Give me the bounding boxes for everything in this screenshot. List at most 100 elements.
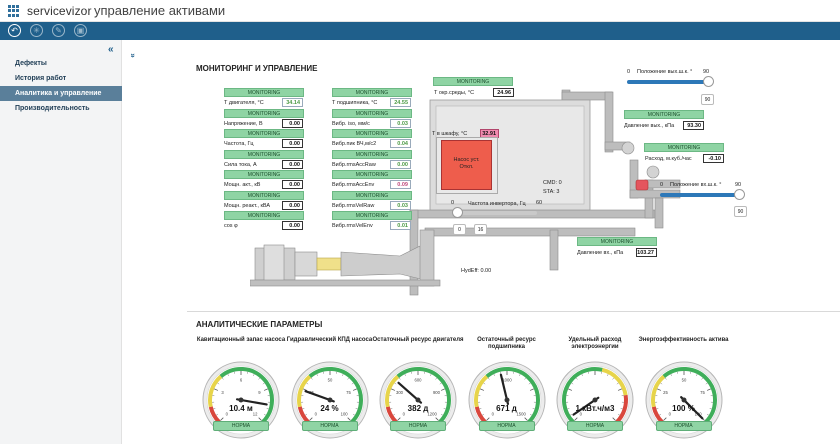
inverter-label: Частота инвертора, Гц (468, 201, 526, 207)
gauge-title: Остаточный ресурс двигателя (372, 337, 464, 343)
gauge-tick-label: 25 (663, 390, 668, 395)
outlet-pressure-value: 93.30 (683, 121, 704, 130)
flow-badge: MONITORING (644, 143, 724, 152)
gauge-hub (592, 397, 598, 403)
motor-param-value: 0.00 (282, 139, 303, 148)
bearing-param-value: 0.04 (390, 139, 411, 148)
expand-panel-icon[interactable]: » (129, 53, 138, 57)
gauge-hub (504, 397, 509, 403)
env-temp-badge: MONITORING (433, 77, 513, 86)
motor-param-value: 0.00 (282, 221, 303, 230)
motor-param-label: Частота, Гц (224, 141, 254, 147)
flow-value: -0.10 (703, 154, 724, 163)
pump-status-indicator[interactable]: Насос уст. Откл. (441, 140, 492, 190)
inlet-valve-value[interactable]: 90 (734, 206, 747, 217)
section-divider (187, 311, 840, 312)
gauge-value: 100 % (672, 404, 695, 413)
back-icon[interactable]: ↶ (8, 24, 21, 37)
gauge-status-button[interactable]: НОРМА (390, 421, 446, 431)
outlet-valve-label: Положение вых.ш.к. ° (637, 69, 693, 75)
sidebar-item-analytics[interactable]: Аналитика и управление (0, 86, 122, 101)
bearing-param-label: Вибр. iso, мм/с (332, 120, 370, 127)
inlet-valve-max: 90 (735, 182, 742, 188)
gauge-value: 382 д (407, 404, 429, 413)
bearing-param-badge: MONITORING (332, 149, 412, 159)
motor-param-label: Сила тока, А (224, 161, 257, 168)
inverter-min-label: 0 (451, 200, 455, 206)
bearing-param-badge: MONITORING (332, 108, 412, 118)
outlet-valve-value[interactable]: 90 (701, 94, 714, 105)
cmd-value: 0 (558, 180, 562, 186)
sidebar-item-work-history[interactable]: История работ (0, 71, 122, 86)
settings-icon[interactable]: ✳ (30, 24, 43, 37)
bearing-param-label: Вибр.пик ВЧ,м/с2 (332, 141, 377, 147)
motor-param-badge: MONITORING (224, 129, 304, 138)
bearing-param-label: Вибр.rmsVelRaw (332, 202, 375, 209)
gauge-tick-label: 900 (433, 390, 441, 395)
gauge-value: 1 кВт.ч/м3 (575, 404, 615, 413)
inverter-set-value[interactable]: 0 (453, 224, 466, 235)
motor-param-value: 0.00 (282, 180, 303, 189)
inlet-valve-slider-track[interactable] (660, 193, 742, 197)
motor-param-value: 0.00 (282, 159, 303, 169)
bearing-param-value: 0.00 (390, 159, 411, 169)
gauge-status-button[interactable]: НОРМА (567, 421, 623, 431)
gauge-tick-label: 50 (327, 378, 332, 383)
collapse-sidebar-icon[interactable]: « (108, 44, 114, 55)
motor-param-label: cos φ (224, 223, 238, 229)
gauge-hub (681, 397, 686, 403)
bearing-param-value: 24.55 (390, 98, 411, 107)
bearing-param-value: 0.03 (390, 118, 411, 128)
bearing-param-value: 0.03 (390, 200, 411, 210)
inverter-current-value: 16 (474, 224, 487, 235)
gauge-title: Кавитационный запас насоса (196, 337, 286, 343)
delete-icon[interactable]: ▣ (74, 24, 87, 37)
gauge-title: Остаточный ресурс подшипника (477, 337, 536, 350)
outlet-valve-max: 90 (703, 69, 710, 75)
env-temp-value: 24.96 (493, 88, 514, 97)
inlet-valve-min: 0 (660, 182, 664, 188)
apps-grid-icon[interactable] (8, 5, 20, 17)
motor-param-badge: MONITORING (224, 108, 304, 118)
env-temp-label: Т окр.среды, °С (434, 90, 475, 96)
gauge-hub (415, 397, 421, 403)
app-title: управление активами (94, 3, 226, 18)
inlet-valve-slider-handle[interactable] (734, 189, 745, 200)
bearing-param-value: 0.01 (390, 221, 411, 230)
gauge-status-button[interactable]: НОРМА (655, 421, 712, 431)
gauge-hub (238, 397, 244, 403)
inlet-pressure-badge: MONITORING (577, 237, 657, 246)
app-root: servicevizor управление активами ↶ ✳ ✎ ▣… (0, 0, 840, 444)
gauge-title: Гидравлический КПД насоса (286, 337, 373, 343)
inverter-max-label: 60 (536, 200, 543, 206)
gauge-tick-label: 600 (415, 378, 423, 383)
sidebar-item-performance[interactable]: Производительность (0, 101, 122, 116)
motor-param-value: 0.00 (282, 200, 303, 210)
sidebar-item-defects[interactable]: Дефекты (0, 56, 122, 71)
monitoring-section-title: МОНИТОРИНГ И УПРАВЛЕНИЕ (196, 64, 318, 73)
gauge-tick-label: 50 (681, 378, 686, 383)
pump-status-line1: Насос уст. (453, 157, 480, 163)
motor-param-value: 34.14 (282, 98, 303, 107)
hydeff-readout: HydEff: 0.00 (461, 268, 491, 274)
outlet-pressure-badge: MONITORING (624, 110, 704, 119)
bearing-param-value: 0.09 (390, 180, 411, 189)
sta-readout: STA: 3 (543, 189, 559, 195)
gauge-title: Удельный расход электроэнергии (568, 337, 622, 350)
hydeff-value: 0.00 (480, 268, 492, 274)
motor-param-badge: MONITORING (224, 170, 304, 179)
outlet-valve-slider-track[interactable] (627, 80, 709, 84)
motor-param-value: 0.00 (282, 118, 303, 128)
inverter-slider-handle[interactable] (452, 207, 463, 218)
bearing-param-badge: MONITORING (332, 190, 412, 200)
motor-param-badge: MONITORING (224, 149, 304, 159)
gauge-value: 671 д (496, 404, 517, 413)
inverter-slider-track[interactable] (455, 211, 537, 215)
gauge-status-button[interactable]: НОРМА (301, 421, 358, 431)
outlet-valve-slider-handle[interactable] (703, 76, 714, 87)
gauge-hub (327, 397, 332, 403)
gauge-status-button[interactable]: НОРМА (213, 421, 269, 431)
edit-icon[interactable]: ✎ (52, 24, 65, 37)
gauge-status-button[interactable]: НОРМА (478, 421, 535, 431)
gauge-value: 24 % (320, 404, 339, 413)
